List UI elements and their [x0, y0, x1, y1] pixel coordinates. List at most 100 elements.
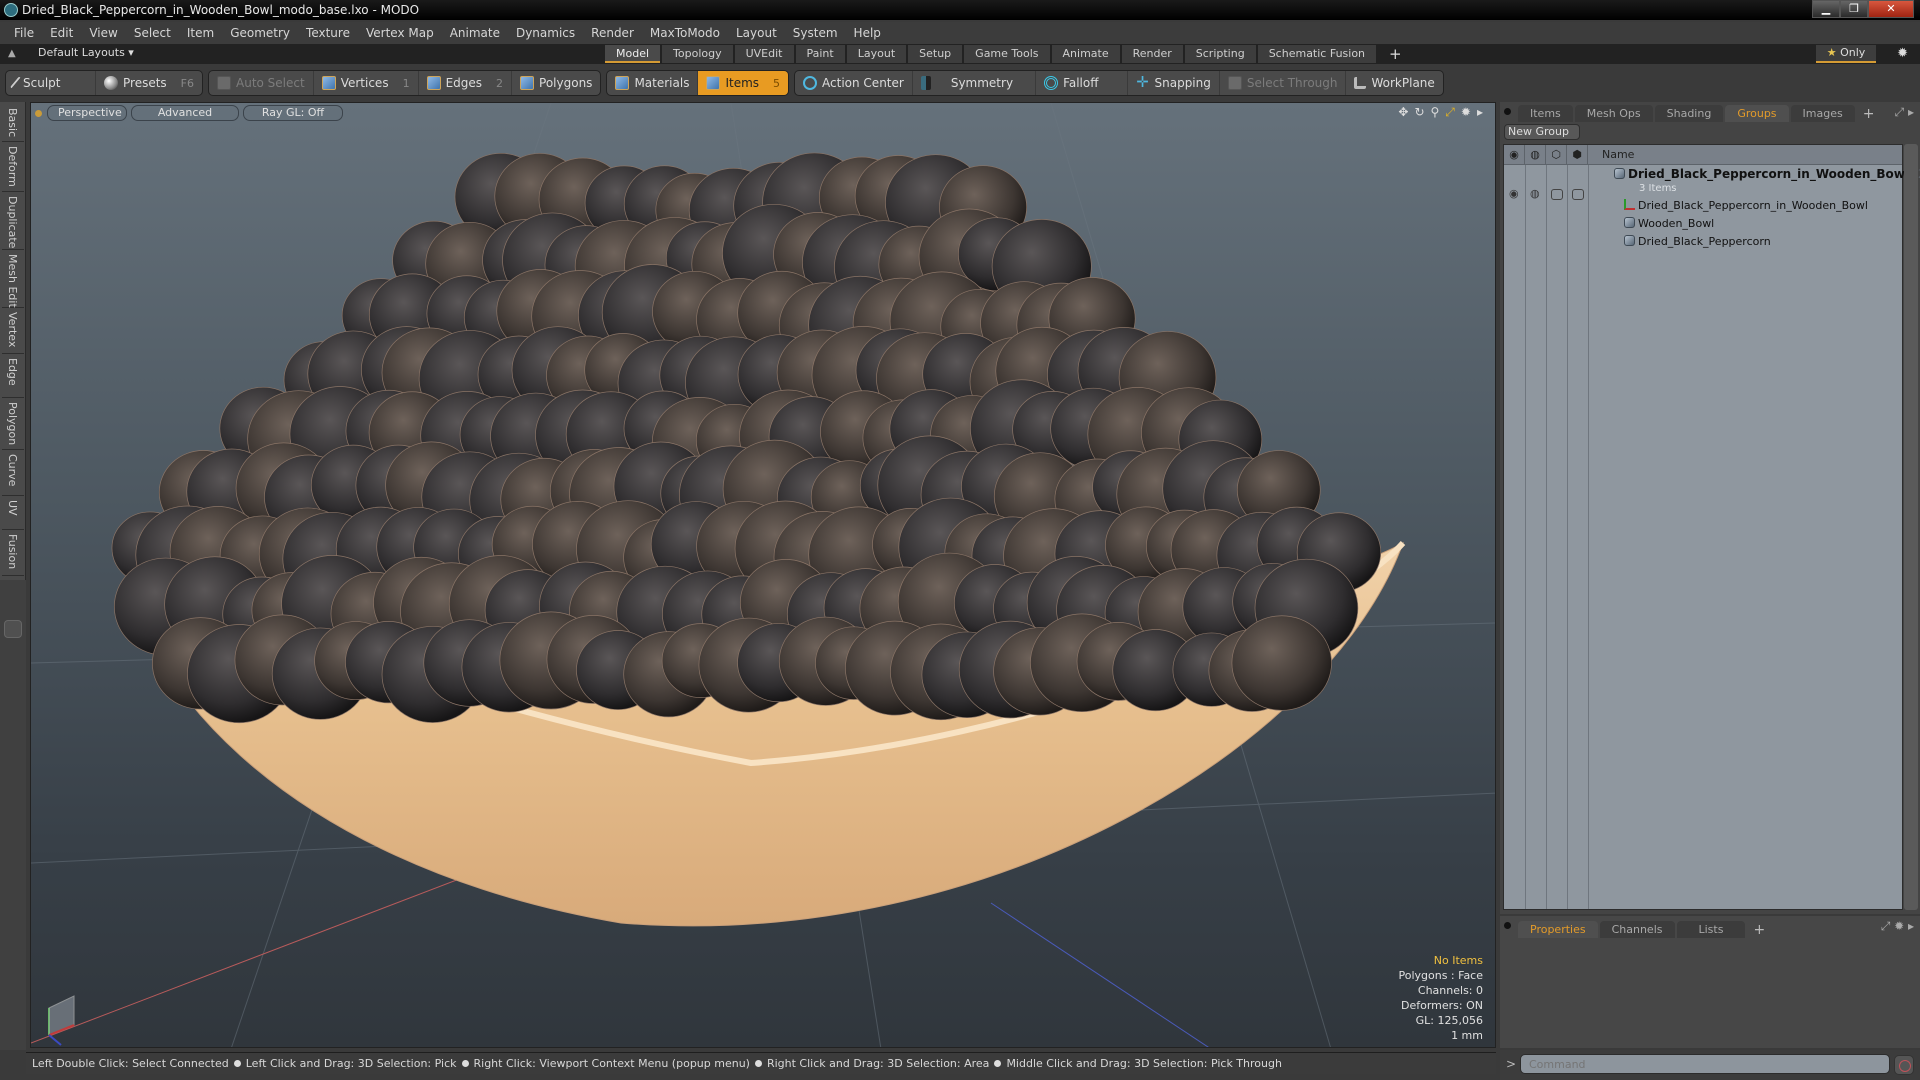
vertices-button[interactable]: Vertices 1 — [314, 71, 419, 95]
tab-curve[interactable]: Curve — [2, 450, 24, 496]
shading-button[interactable]: Advanced — [131, 105, 239, 121]
tree-scrollbar[interactable] — [1904, 144, 1918, 910]
tab-render[interactable]: Render — [1121, 45, 1183, 63]
tab-properties[interactable]: Properties — [1518, 921, 1598, 938]
zoom-view-icon[interactable]: ⚲ — [1431, 105, 1440, 120]
default-layouts-dropdown[interactable]: Default Layouts ▾ — [38, 46, 134, 59]
add-tab-button[interactable]: + — [1378, 45, 1413, 63]
panel-settings-icon[interactable]: ⤢ ✹ ▸ — [1881, 919, 1914, 934]
menu-animate[interactable]: Animate — [442, 26, 508, 40]
snapping-button[interactable]: ✛ Snapping — [1128, 71, 1220, 95]
command-input[interactable] — [1520, 1054, 1890, 1074]
name-column-header[interactable]: Name — [1588, 145, 1634, 164]
menu-help[interactable]: Help — [846, 26, 889, 40]
edges-button[interactable]: Edges 2 — [419, 71, 513, 95]
tab-setup[interactable]: Setup — [908, 45, 963, 63]
minimize-button[interactable]: ▁ — [1812, 0, 1840, 18]
tab-vertex[interactable]: Vertex — [2, 308, 24, 354]
rotate-view-icon[interactable]: ↻ — [1414, 105, 1424, 120]
tab-groups[interactable]: Groups — [1725, 105, 1789, 122]
tree-item[interactable]: Dried_Black_Peppercorn — [1624, 235, 1771, 253]
polygons-button[interactable]: Polygons — [512, 71, 600, 95]
restore-button[interactable]: ❐ — [1840, 0, 1868, 18]
tab-edge[interactable]: Edge — [2, 354, 24, 398]
tab-paint[interactable]: Paint — [795, 45, 845, 63]
auto-select-button[interactable]: Auto Select — [209, 71, 314, 95]
raygl-button[interactable]: Ray GL: Off — [243, 105, 343, 121]
tab-basic[interactable]: Basic — [2, 104, 24, 142]
settings-icon[interactable]: ✹ — [1461, 105, 1471, 120]
move-view-icon[interactable]: ✥ — [1398, 105, 1408, 120]
tab-model[interactable]: Model — [605, 45, 661, 63]
add-panel-tab-button[interactable]: + — [1747, 922, 1771, 938]
menu-texture[interactable]: Texture — [298, 26, 358, 40]
tree-item[interactable]: Wooden_Bowl — [1624, 217, 1714, 235]
menu-file[interactable]: File — [6, 26, 42, 40]
panel-expand-icon[interactable]: ⤢ ▸ — [1895, 105, 1914, 120]
tab-game-tools[interactable]: Game Tools — [964, 45, 1050, 63]
viewport-options-icon[interactable] — [35, 109, 42, 117]
only-toggle[interactable]: ★ Only — [1816, 45, 1876, 63]
group-render-icon[interactable]: ◍ — [1530, 187, 1540, 200]
tab-deform[interactable]: Deform — [2, 142, 24, 192]
tab-uvedit[interactable]: UVEdit — [734, 45, 794, 63]
menu-vertex-map[interactable]: Vertex Map — [358, 26, 442, 40]
workplane-button[interactable]: WorkPlane — [1346, 71, 1442, 95]
new-group-button[interactable]: New Group — [1504, 124, 1580, 140]
falloff-button[interactable]: Falloff — [1036, 71, 1128, 95]
symmetry-button[interactable]: Symmetry — [913, 71, 1037, 95]
visibility-column-icon[interactable]: ◉ — [1504, 145, 1525, 164]
tab-shading[interactable]: Shading — [1654, 105, 1724, 122]
close-button[interactable]: ✕ — [1868, 0, 1914, 18]
tab-channels[interactable]: Channels — [1599, 921, 1675, 938]
expand-arrow-icon[interactable]: ▸ — [1477, 105, 1483, 120]
tab-schematic-fusion[interactable]: Schematic Fusion — [1257, 45, 1377, 63]
menu-select[interactable]: Select — [126, 26, 179, 40]
sculpt-button[interactable]: Sculpt — [6, 71, 96, 95]
tab-polygon[interactable]: Polygon — [2, 398, 24, 450]
menu-edit[interactable]: Edit — [42, 26, 81, 40]
tab-mesh-ops[interactable]: Mesh Ops — [1574, 105, 1653, 122]
group-visibility-icon[interactable]: ◉ — [1509, 187, 1519, 200]
star-icon: ★ — [1826, 46, 1837, 59]
menu-view[interactable]: View — [81, 26, 125, 40]
tree-item[interactable]: Dried_Black_Peppercorn_in_Wooden_Bowl — [1624, 199, 1868, 217]
tab-layout[interactable]: Layout — [846, 45, 907, 63]
menu-item[interactable]: Item — [179, 26, 222, 40]
group-lock-toggle[interactable] — [1551, 189, 1563, 200]
tab-mesh-edit[interactable]: Mesh Edit — [2, 250, 24, 308]
select-column-icon[interactable]: ⬢ — [1567, 145, 1588, 164]
record-macro-button[interactable] — [1894, 1055, 1914, 1075]
select-through-button[interactable]: Select Through — [1220, 71, 1347, 95]
tab-images[interactable]: Images — [1790, 105, 1855, 122]
tab-lists[interactable]: Lists — [1676, 921, 1746, 938]
add-panel-tab-button[interactable]: + — [1857, 106, 1881, 122]
tab-fusion[interactable]: Fusion — [2, 530, 24, 576]
action-center-button[interactable]: Action Center — [795, 71, 913, 95]
3d-viewport[interactable]: Perspective Advanced Ray GL: Off ✥ ↻ ⚲ ⤢… — [30, 102, 1496, 1048]
tab-items[interactable]: Items — [1518, 105, 1573, 122]
presets-button[interactable]: Presets F6 — [96, 71, 202, 95]
group-select-toggle[interactable] — [1572, 189, 1584, 200]
perspective-button[interactable]: Perspective — [47, 105, 127, 121]
render-column-icon[interactable]: ◍ — [1525, 145, 1546, 164]
gear-icon[interactable]: ✹ — [1897, 46, 1908, 61]
tab-animate[interactable]: Animate — [1051, 45, 1120, 63]
menu-geometry[interactable]: Geometry — [222, 26, 298, 40]
collapse-arrow-icon[interactable]: ▲ — [8, 48, 16, 59]
edges-shortcut: 2 — [496, 76, 504, 90]
tab-topology[interactable]: Topology — [662, 45, 733, 63]
tab-uv[interactable]: UV — [2, 496, 24, 530]
items-button[interactable]: Items 5 — [698, 71, 789, 95]
palette-toggle-button[interactable] — [4, 620, 22, 638]
menu-maxtomodo[interactable]: MaxToModo — [642, 26, 728, 40]
menu-system[interactable]: System — [785, 26, 846, 40]
menu-layout[interactable]: Layout — [728, 26, 785, 40]
tab-duplicate[interactable]: Duplicate — [2, 192, 24, 250]
tab-scripting[interactable]: Scripting — [1184, 45, 1256, 63]
materials-button[interactable]: Materials — [607, 71, 699, 95]
menu-dynamics[interactable]: Dynamics — [508, 26, 583, 40]
maximize-icon[interactable]: ⤢ — [1445, 105, 1455, 120]
menu-render[interactable]: Render — [583, 26, 642, 40]
lock-column-icon[interactable]: ⬡ — [1546, 145, 1567, 164]
